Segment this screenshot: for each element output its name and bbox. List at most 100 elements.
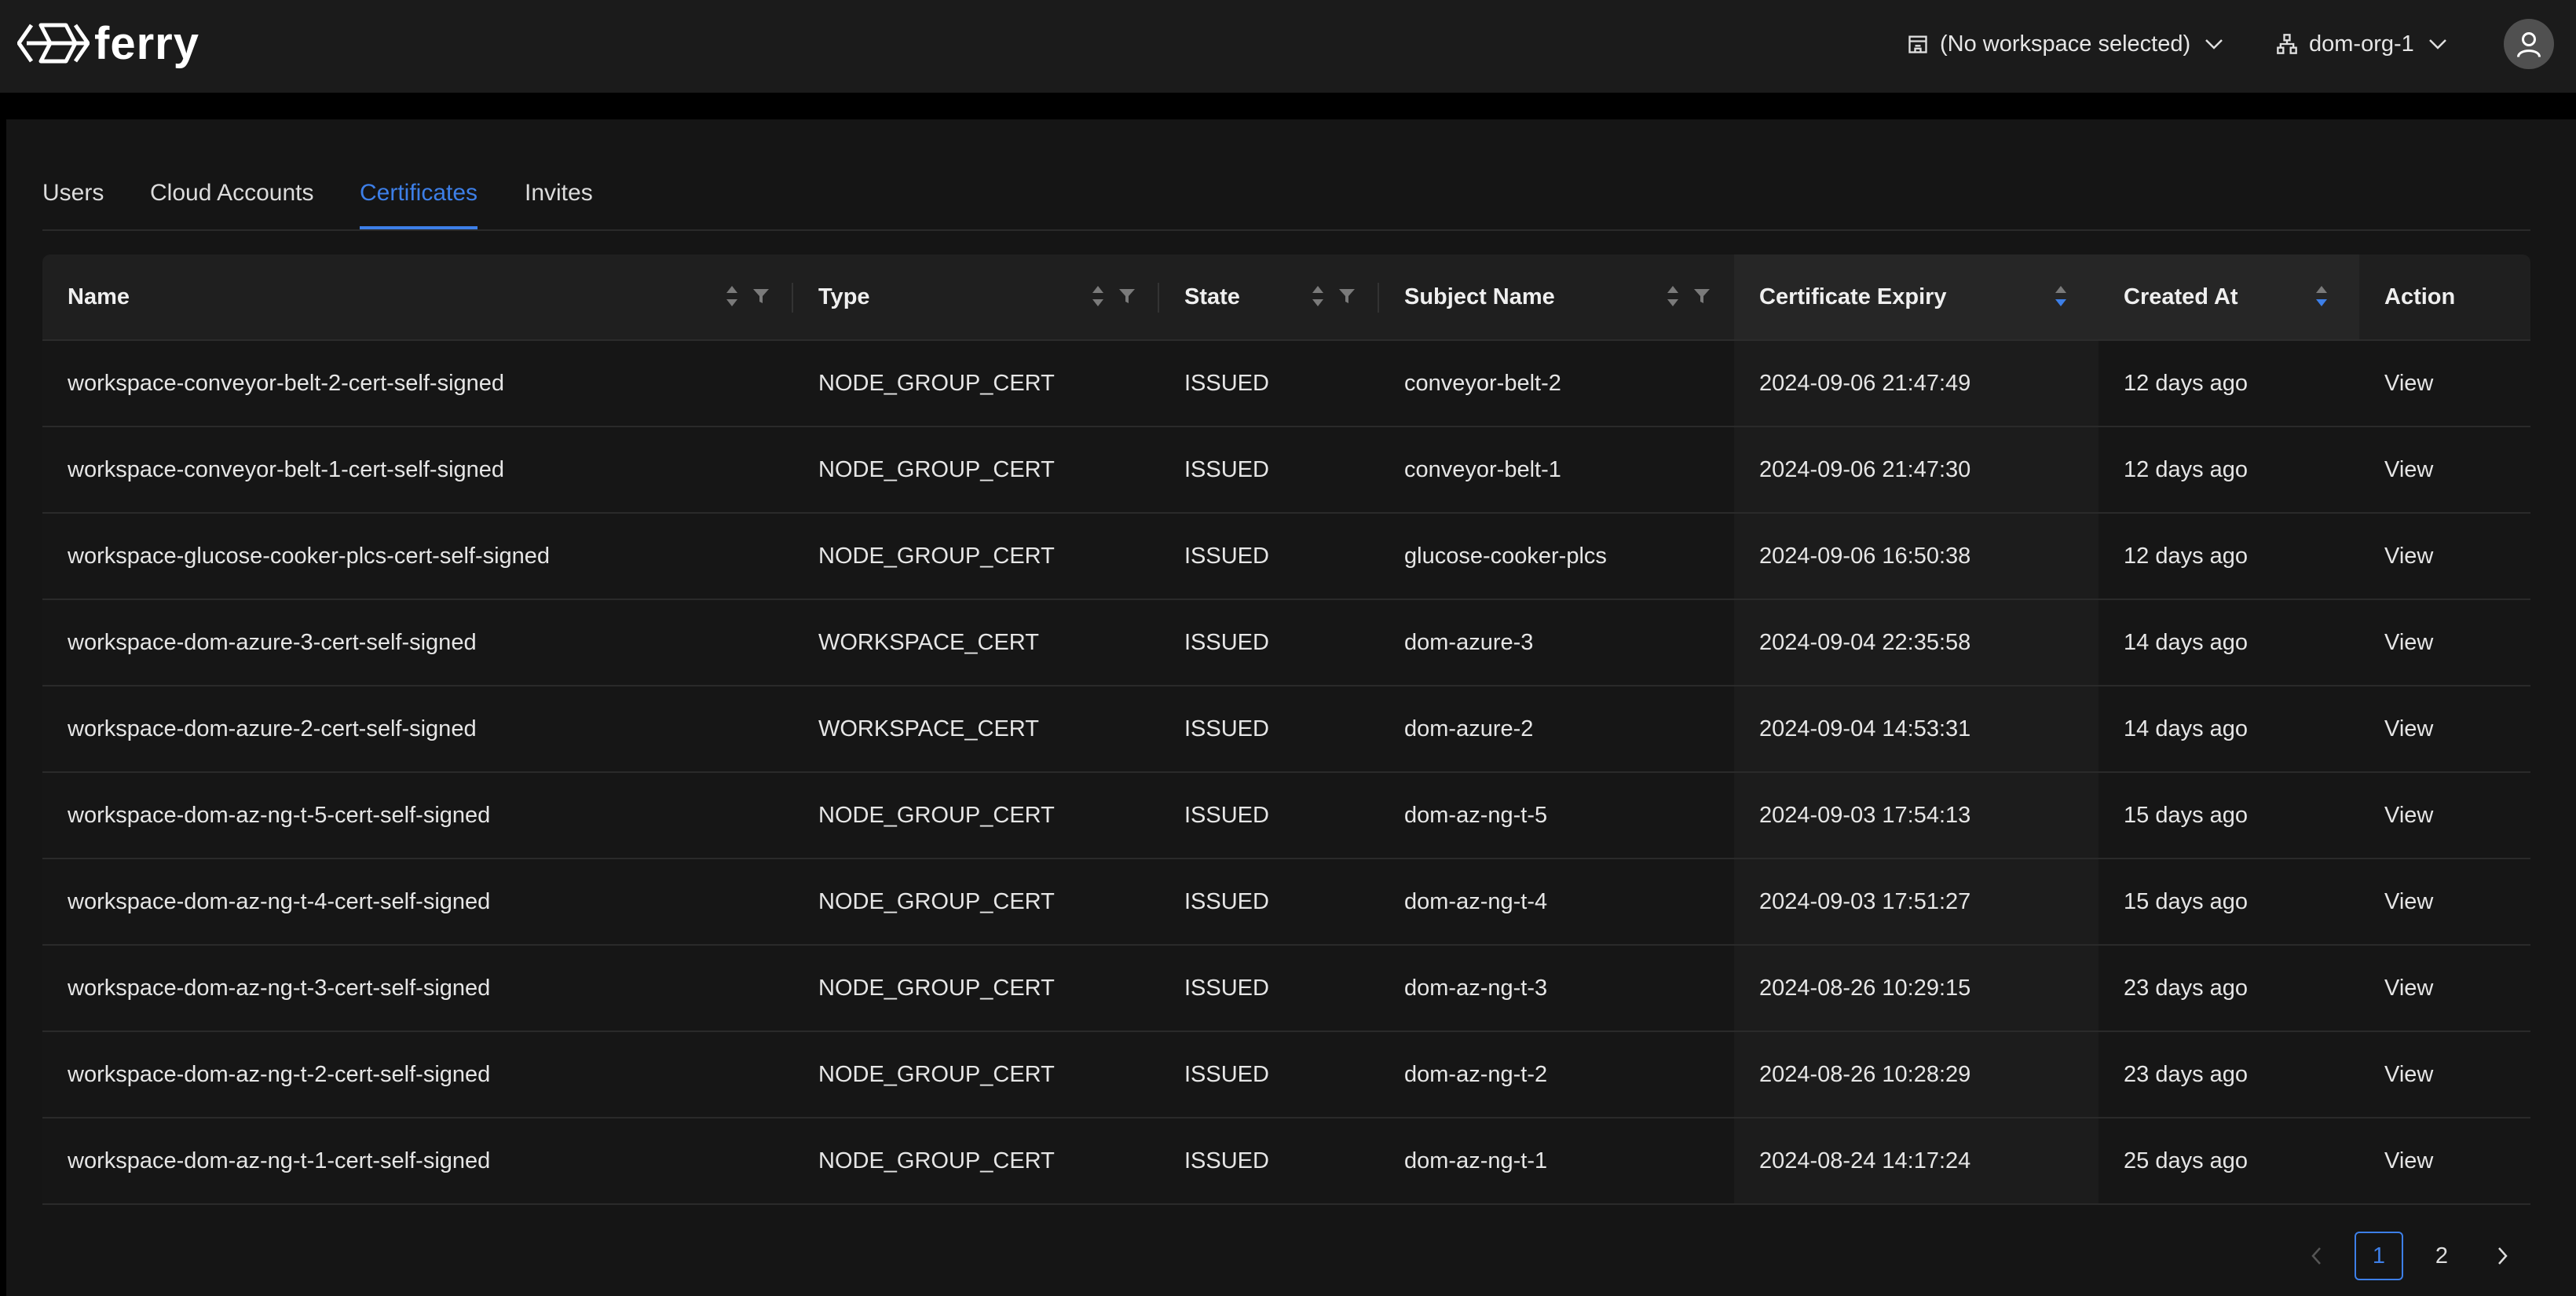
table-row: workspace-dom-az-ng-t-3-cert-self-signed…	[42, 946, 2530, 1032]
workspace-selector[interactable]: (No workspace selected)	[1907, 24, 2234, 64]
cell-certificate-expiry: 2024-09-06 21:47:49	[1734, 341, 2098, 426]
column-header-type[interactable]: Type	[793, 254, 1159, 339]
cell-subject-name: dom-az-ng-t-5	[1404, 802, 1548, 828]
ferry-logo-icon	[17, 23, 90, 64]
view-button[interactable]: View	[2359, 1032, 2530, 1117]
cell-type: NODE_GROUP_CERT	[818, 975, 1055, 1001]
filter-icon[interactable]	[1118, 287, 1136, 305]
cell-certificate-expiry: 2024-09-04 22:35:58	[1734, 600, 2098, 685]
view-button[interactable]: View	[2359, 341, 2530, 426]
settings-tabs: Users Cloud Accounts Certificates Invite…	[42, 174, 2530, 231]
cell-created-at: 12 days ago	[2124, 543, 2249, 569]
cell-state: ISSUED	[1184, 370, 1269, 396]
cell-subject-name: dom-az-ng-t-1	[1404, 1148, 1548, 1173]
column-header-name[interactable]: Name	[42, 254, 793, 339]
view-button[interactable]: View	[2359, 946, 2530, 1031]
cell-name: workspace-dom-azure-2-cert-self-signed	[68, 716, 477, 741]
cell-certificate-expiry: 2024-09-04 14:53:31	[1734, 686, 2098, 771]
view-button[interactable]: View	[2359, 427, 2530, 512]
chevron-left-icon	[2311, 1247, 2321, 1265]
column-header-label: Certificate Expiry	[1759, 284, 1947, 309]
building-icon	[1908, 35, 1927, 53]
sort-icon[interactable]	[2315, 284, 2328, 308]
view-button[interactable]: View	[2359, 686, 2530, 771]
column-header-label: Action	[2384, 284, 2456, 309]
column-header-subject-name[interactable]: Subject Name	[1379, 254, 1734, 339]
tab-certificates[interactable]: Certificates	[360, 174, 478, 229]
filter-icon[interactable]	[1693, 287, 1711, 305]
cell-type: NODE_GROUP_CERT	[818, 1148, 1055, 1173]
cell-created-at: 23 days ago	[2124, 975, 2249, 1001]
table-row: workspace-dom-azure-2-cert-self-signed W…	[42, 686, 2530, 773]
chevron-down-icon	[2205, 39, 2223, 49]
cell-subject-name: dom-azure-3	[1404, 629, 1534, 655]
filter-icon[interactable]	[752, 287, 770, 305]
cell-certificate-expiry: 2024-09-03 17:54:13	[1734, 773, 2098, 858]
cell-certificate-expiry: 2024-08-24 14:17:24	[1734, 1118, 2098, 1203]
table-row: workspace-dom-az-ng-t-5-cert-self-signed…	[42, 773, 2530, 859]
cell-subject-name: dom-az-ng-t-3	[1404, 975, 1548, 1001]
column-header-label: Created At	[2124, 284, 2238, 309]
cell-state: ISSUED	[1184, 456, 1269, 482]
org-selector[interactable]: dom-org-1	[2276, 24, 2458, 64]
filter-icon[interactable]	[1338, 287, 1356, 305]
view-button[interactable]: View	[2359, 600, 2530, 685]
view-button[interactable]: View	[2359, 859, 2530, 944]
user-avatar-icon	[2517, 32, 2541, 57]
tab-users[interactable]: Users	[42, 174, 104, 228]
sort-icon[interactable]	[726, 284, 738, 308]
sort-icon[interactable]	[2055, 284, 2067, 308]
pagination: 1 2	[2292, 1232, 2527, 1280]
table-row: workspace-dom-azure-3-cert-self-signed W…	[42, 600, 2530, 686]
sort-icon[interactable]	[1092, 284, 1104, 308]
column-header-certificate-expiry[interactable]: Certificate Expiry	[1734, 254, 2098, 339]
cell-created-at: 14 days ago	[2124, 629, 2249, 655]
org-selector-label: dom-org-1	[2309, 31, 2414, 57]
table-row: workspace-conveyor-belt-1-cert-self-sign…	[42, 427, 2530, 514]
previous-page-button[interactable]	[2292, 1232, 2340, 1280]
logo[interactable]: ferry	[17, 16, 199, 71]
next-page-button[interactable]	[2479, 1232, 2527, 1280]
view-button[interactable]: View	[2359, 773, 2530, 858]
view-button[interactable]: View	[2359, 1118, 2530, 1203]
view-button[interactable]: View	[2359, 514, 2530, 599]
cell-name: workspace-dom-az-ng-t-5-cert-self-signed	[68, 802, 491, 828]
cell-type: WORKSPACE_CERT	[818, 716, 1039, 741]
user-avatar-button[interactable]	[2504, 19, 2554, 69]
certificates-table: Name Type State Subject Name Certificate…	[42, 254, 2530, 1205]
table-body: workspace-conveyor-belt-2-cert-self-sign…	[42, 341, 2530, 1205]
column-header-label: Name	[68, 284, 130, 309]
cell-state: ISSUED	[1184, 543, 1269, 569]
cell-created-at: 25 days ago	[2124, 1148, 2249, 1173]
cell-name: workspace-dom-az-ng-t-3-cert-self-signed	[68, 975, 491, 1001]
cell-subject-name: dom-az-ng-t-4	[1404, 888, 1548, 914]
cell-state: ISSUED	[1184, 888, 1269, 914]
page-button-1[interactable]: 1	[2355, 1232, 2403, 1280]
cell-type: NODE_GROUP_CERT	[818, 1061, 1055, 1087]
column-header-created-at[interactable]: Created At	[2098, 254, 2359, 339]
column-header-state[interactable]: State	[1159, 254, 1379, 339]
page-button-2[interactable]: 2	[2417, 1232, 2466, 1280]
cell-subject-name: conveyor-belt-1	[1404, 456, 1561, 482]
app-name: ferry	[94, 17, 199, 69]
cell-created-at: 12 days ago	[2124, 456, 2249, 482]
org-tree-icon	[2277, 34, 2297, 54]
cell-created-at: 12 days ago	[2124, 370, 2249, 396]
sort-icon[interactable]	[1312, 284, 1324, 308]
cell-name: workspace-dom-az-ng-t-2-cert-self-signed	[68, 1061, 491, 1087]
tab-cloud-accounts[interactable]: Cloud Accounts	[150, 174, 313, 228]
cell-type: NODE_GROUP_CERT	[818, 456, 1055, 482]
column-header-label: State	[1184, 284, 1240, 309]
cell-state: ISSUED	[1184, 1061, 1269, 1087]
cell-certificate-expiry: 2024-08-26 10:28:29	[1734, 1032, 2098, 1117]
sort-icon[interactable]	[1667, 284, 1679, 308]
tab-invites[interactable]: Invites	[525, 174, 593, 228]
cell-created-at: 14 days ago	[2124, 716, 2249, 741]
cell-name: workspace-dom-azure-3-cert-self-signed	[68, 629, 477, 655]
cell-created-at: 15 days ago	[2124, 888, 2249, 914]
cell-type: WORKSPACE_CERT	[818, 629, 1039, 655]
column-header-action: Action	[2359, 254, 2530, 339]
cell-state: ISSUED	[1184, 975, 1269, 1001]
cell-state: ISSUED	[1184, 802, 1269, 828]
cell-state: ISSUED	[1184, 1148, 1269, 1173]
